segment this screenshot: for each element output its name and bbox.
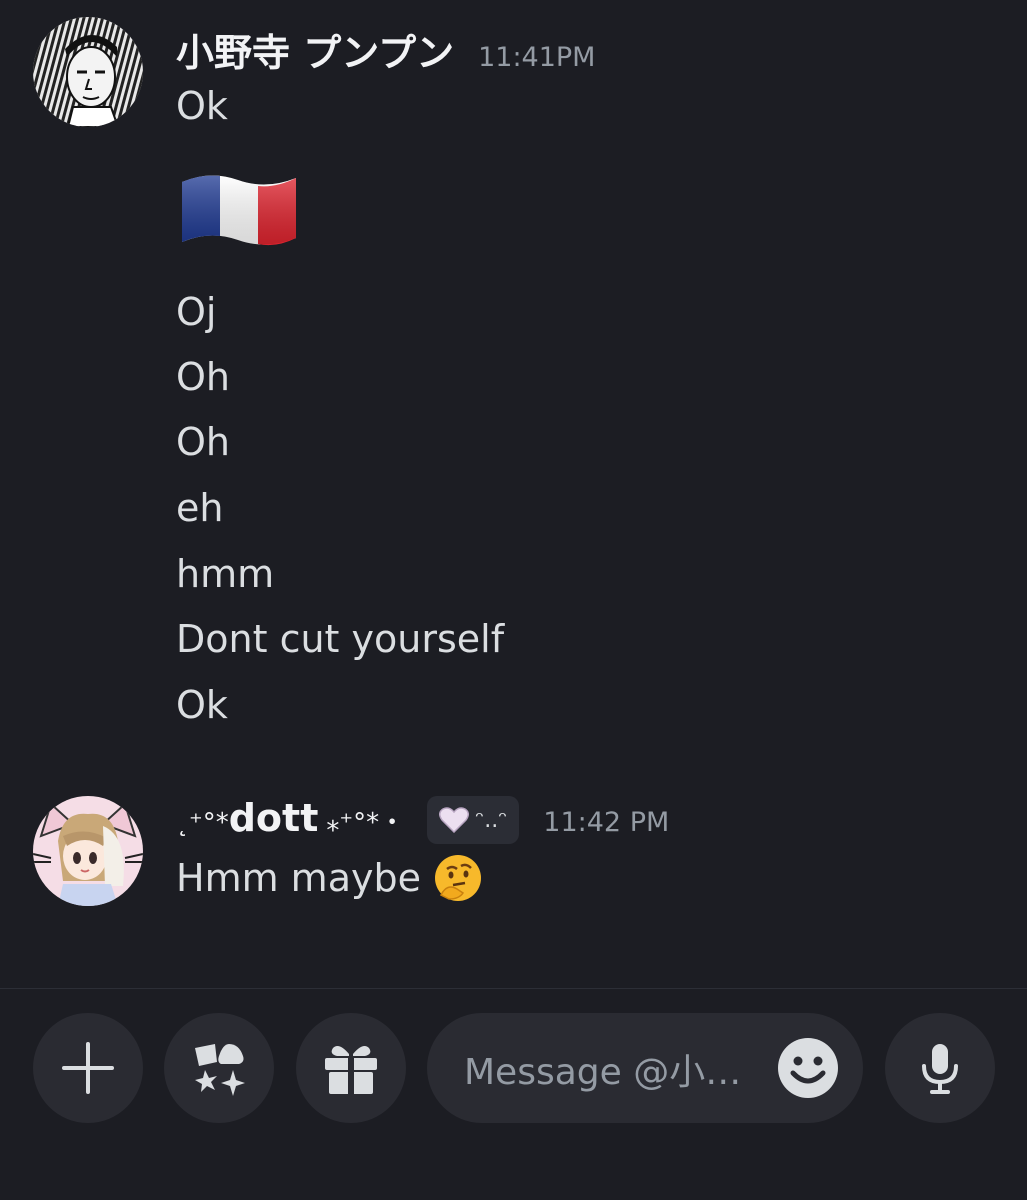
message-text: Ok: [176, 683, 228, 727]
avatar[interactable]: [33, 796, 143, 906]
clan-tag-badge[interactable]: ᵔ..ᵔ: [427, 796, 520, 844]
gift-icon: [325, 1046, 377, 1096]
message-line: Hmm maybe: [176, 853, 483, 903]
timestamp: 11:41PM: [478, 42, 596, 73]
composer-divider: [0, 988, 1027, 989]
avatar[interactable]: [33, 17, 143, 127]
voice-message-button[interactable]: [885, 1013, 995, 1123]
heart-icon: [439, 807, 470, 833]
message-input[interactable]: Message @小…: [427, 1013, 863, 1123]
username[interactable]: 小野寺 プンプン: [176, 22, 454, 77]
gift-button[interactable]: [296, 1013, 406, 1123]
message-text: Oj: [176, 290, 217, 334]
timestamp: 11:42 PM: [543, 807, 670, 838]
add-attachment-button[interactable]: [33, 1013, 143, 1123]
emoji-icon[interactable]: [777, 1037, 839, 1099]
message-header: 小野寺 プンプン 11:41PM: [176, 22, 595, 77]
message-text: Hmm maybe: [176, 856, 421, 900]
microphone-icon: [922, 1044, 958, 1094]
tag-text: ᵔ..ᵔ: [475, 807, 508, 833]
message-text: Ok: [176, 84, 228, 128]
message-text: Oh: [176, 420, 230, 464]
message-text: Oh: [176, 355, 230, 399]
flag-france-emoji-icon: [182, 175, 296, 246]
apps-icon: [195, 1044, 245, 1096]
message-text: Dont cut yourself: [176, 617, 505, 661]
manga-portrait-avatar-icon: [33, 17, 143, 127]
apps-button[interactable]: [164, 1013, 274, 1123]
message-text: eh: [176, 486, 224, 530]
anime-cat-ear-avatar-icon: [33, 796, 143, 906]
message-text: hmm: [176, 552, 275, 596]
thinking-face-emoji-icon: [434, 855, 481, 901]
message-input-placeholder: Message @小…: [464, 1052, 742, 1093]
plus-icon: [62, 1042, 114, 1094]
username-decoration: ⁎⁺°*・: [326, 808, 406, 838]
message-header: ˛⁺°* dott ⁎⁺°*・ ᵔ..ᵔ 11:42 PM: [176, 796, 669, 844]
username-decoration: ˛⁺°*: [176, 808, 229, 838]
username[interactable]: dott: [229, 796, 319, 840]
